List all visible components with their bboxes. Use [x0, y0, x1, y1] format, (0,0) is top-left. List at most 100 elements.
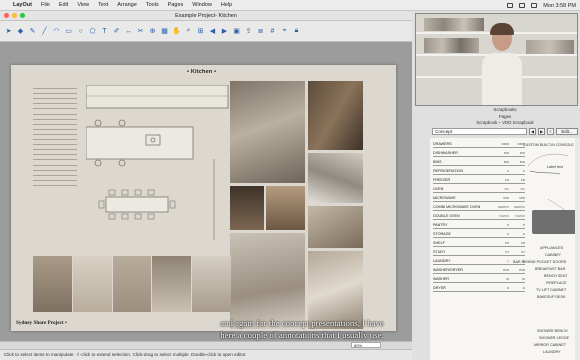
scrapbook-row[interactable]: MICROWAVE MW MW: [433, 194, 525, 202]
scrapbook-annotation[interactable]: MIRROR CABINET: [534, 343, 566, 347]
material-swatch[interactable]: [152, 256, 192, 312]
line-tool-icon[interactable]: ╱: [40, 27, 49, 36]
material-swatch-strip[interactable]: [33, 256, 231, 312]
scrapbook-select[interactable]: Concept: [432, 128, 527, 135]
menu-edit[interactable]: Edit: [59, 2, 68, 8]
split-tool-icon[interactable]: ✂: [136, 27, 145, 36]
scrapbook-annotation[interactable]: APPLIANCES: [540, 246, 563, 250]
rectangle-tool-icon[interactable]: ▭: [64, 27, 73, 36]
snap-icon[interactable]: ⌖: [280, 27, 289, 36]
document-canvas[interactable]: • Kitchen • Sydney Shore Project • 60%: [0, 42, 412, 349]
mood-photo[interactable]: [230, 186, 264, 230]
material-photo-board[interactable]: [230, 81, 396, 329]
scrapbook-annotation[interactable]: CABINET: [545, 253, 561, 257]
tray-scrollbar[interactable]: [575, 138, 580, 360]
edit-button[interactable]: Edit...: [556, 128, 578, 135]
scrapbook-row[interactable]: DRAWERS DRW DRW: [433, 140, 525, 148]
screen-share-icon[interactable]: [507, 3, 514, 8]
tray-section-pages[interactable]: Pages: [430, 114, 580, 119]
material-swatch[interactable]: [192, 256, 231, 312]
export-icon[interactable]: ⇪: [244, 27, 253, 36]
grid-icon[interactable]: #: [268, 27, 277, 36]
concept-text-swatch[interactable]: [532, 210, 578, 234]
menu-window[interactable]: Window: [192, 2, 212, 8]
label-tool-icon[interactable]: ✐: [112, 27, 121, 36]
scrapbook-row[interactable]: WASHER/DRYER W/D W/D: [433, 266, 525, 274]
layers-icon[interactable]: ≣: [256, 27, 265, 36]
mood-photo[interactable]: [308, 206, 363, 248]
previous-page-icon[interactable]: ◀: [208, 27, 217, 36]
menu-pages[interactable]: Pages: [168, 2, 184, 8]
material-swatch[interactable]: [112, 256, 152, 312]
menu-view[interactable]: View: [77, 2, 89, 8]
scrapbook-annotation[interactable]: Label text: [547, 165, 563, 169]
mood-photo[interactable]: [230, 233, 305, 329]
document-page[interactable]: • Kitchen • Sydney Shore Project •: [11, 65, 396, 331]
mood-photo[interactable]: [308, 81, 363, 150]
zoom-tool-icon[interactable]: ⌕: [184, 27, 193, 36]
scrapbook-annotation[interactable]: BAR BEHIND POCKET DOORS: [513, 260, 566, 264]
app-menu[interactable]: LayOut: [13, 2, 32, 8]
scrapbook-row[interactable]: OVEN OV OV: [433, 185, 525, 193]
style-tool-icon[interactable]: ✎: [28, 27, 37, 36]
forward-button[interactable]: ▶: [538, 128, 545, 135]
circle-tool-icon[interactable]: ○: [76, 27, 85, 36]
minimize-window-icon[interactable]: [12, 13, 17, 18]
scrapbook-row[interactable]: SHELF SH SH: [433, 239, 525, 247]
table-tool-icon[interactable]: ▦: [160, 27, 169, 36]
menu-button[interactable]: ≡: [547, 128, 554, 135]
scrapbook-row[interactable]: PANTRY P P: [433, 221, 525, 229]
mood-photo[interactable]: [308, 153, 363, 203]
scrapbook-row[interactable]: STUDY ST ST: [433, 248, 525, 256]
menu-text[interactable]: Text: [98, 2, 108, 8]
menu-help[interactable]: Help: [221, 2, 232, 8]
next-page-icon[interactable]: ▶: [220, 27, 229, 36]
scrapbook-annotation[interactable]: FIREPLACE: [546, 281, 567, 285]
scrapbook-row[interactable]: WASHER W W: [433, 275, 525, 283]
select-tool-icon[interactable]: ➤: [4, 27, 13, 36]
scrapbook-annotation[interactable]: CUSTOM BUILT-IN CONSOLE: [523, 143, 574, 147]
scrapbook-row[interactable]: DOUBLE OVEN OV/OV OV/OV: [433, 212, 525, 220]
back-button[interactable]: ◀: [529, 128, 536, 135]
kitchen-floor-plan[interactable]: [86, 85, 236, 245]
menu-tools[interactable]: Tools: [146, 2, 159, 8]
scrapbook-row[interactable]: BINS BIN BIN: [433, 158, 525, 166]
scrapbook-row[interactable]: COMBI MICROWAVE OVEN MW/OV MW/OV: [433, 203, 525, 211]
menu-file[interactable]: File: [41, 2, 50, 8]
scrapbook-row[interactable]: LAUNDRY L L: [433, 257, 525, 265]
material-swatch[interactable]: [72, 256, 112, 312]
lock-icon[interactable]: 🔒︎: [292, 27, 301, 36]
scrapbook-annotation[interactable]: SHOWER BENCH: [537, 329, 568, 333]
eraser-tool-icon[interactable]: ◆: [16, 27, 25, 36]
scrapbook-row[interactable]: REFRIGERATION F F: [433, 167, 525, 175]
scrapbook-annotation[interactable]: BAKESUP DESK: [537, 295, 565, 299]
dimension-tool-icon[interactable]: ↔: [124, 27, 133, 36]
scrapbook-annotation[interactable]: TV LIFT CABINET: [536, 288, 566, 292]
tray-section-scrapbooks[interactable]: Scrapbooks: [430, 107, 580, 112]
polygon-tool-icon[interactable]: ⬠: [88, 27, 97, 36]
scrapbook-row[interactable]: STORAGE S S: [433, 230, 525, 238]
add-page-icon[interactable]: ⊞: [196, 27, 205, 36]
mood-photo[interactable]: [266, 186, 305, 230]
presentation-icon[interactable]: ▣: [232, 27, 241, 36]
scrapbook-row[interactable]: FREEZER FR FR: [433, 176, 525, 184]
battery-icon[interactable]: [531, 3, 538, 8]
pan-tool-icon[interactable]: ✋: [172, 27, 181, 36]
text-tool-icon[interactable]: T: [100, 27, 109, 36]
scrapbook-annotation[interactable]: LAUNDRY: [543, 350, 561, 354]
close-window-icon[interactable]: [4, 13, 9, 18]
zoom-level-field[interactable]: 60%: [351, 342, 381, 348]
scrapbook-annotation[interactable]: SHOWER LEDGE: [539, 336, 569, 340]
join-tool-icon[interactable]: ⊕: [148, 27, 157, 36]
scrapbook-row[interactable]: DISHWASHER DW DW: [433, 149, 525, 157]
material-swatch[interactable]: [33, 256, 72, 312]
scrapbook-annotation[interactable]: BENCH SEAT: [544, 274, 567, 278]
wifi-icon[interactable]: [519, 3, 526, 8]
zoom-window-icon[interactable]: [20, 13, 25, 18]
scrapbook-annotation[interactable]: BREAKFAST BAR: [535, 267, 565, 271]
menu-arrange[interactable]: Arrange: [117, 2, 137, 8]
mood-photo[interactable]: [230, 81, 305, 183]
menu-clock[interactable]: Mon 3:58 PM: [543, 3, 576, 9]
arc-tool-icon[interactable]: ◠: [52, 27, 61, 36]
scrapbook-row[interactable]: DRYER D D: [433, 284, 525, 292]
